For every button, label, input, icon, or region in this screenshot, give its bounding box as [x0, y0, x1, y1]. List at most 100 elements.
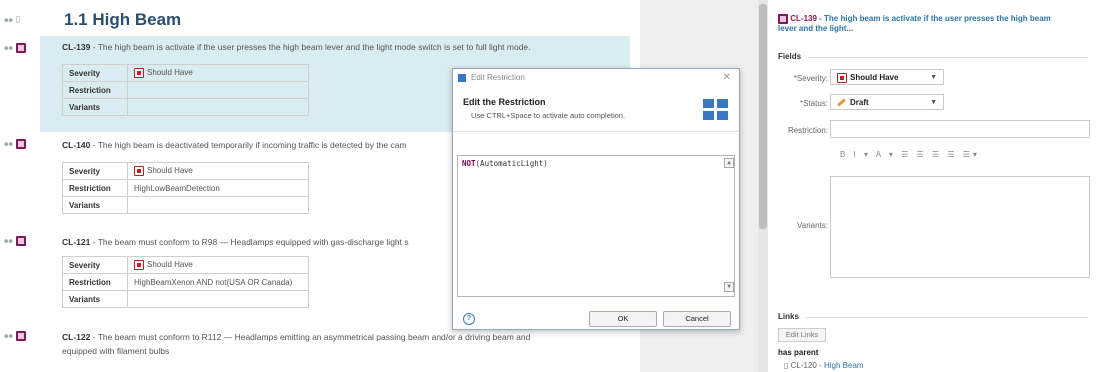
cancel-button[interactable]: Cancel [663, 311, 731, 327]
fields-section-label: Fields [778, 52, 802, 61]
field-value-severity[interactable]: Should Have [127, 64, 309, 82]
status-select-value: Draft [850, 98, 869, 107]
requirement-id: CL-139 [62, 42, 91, 52]
close-icon[interactable]: ✕ [723, 69, 731, 87]
field-value-severity[interactable]: Should Have [127, 162, 309, 180]
requirement-description: - The beam must conform to R112 — Headla… [90, 332, 531, 342]
requirement-text: CL-122 - The beam must conform to R112 —… [62, 332, 530, 342]
dialog-heading: Edit the Restriction [463, 97, 546, 107]
field-key-severity: Severity [62, 256, 128, 274]
field-key-severity: Severity [62, 64, 128, 82]
requirement-id: CL-122 [62, 332, 91, 342]
restriction-code: NOT(AutomaticLight) [462, 159, 548, 168]
requirement-icon [15, 235, 26, 246]
help-icon[interactable]: ? [463, 313, 475, 325]
variants-label: Variants: [797, 221, 828, 230]
code-keyword: NOT [462, 159, 476, 168]
properties-panel: CL-139 - The high beam is activate if th… [768, 0, 1098, 372]
parent-separator: - [816, 361, 824, 370]
field-value-variants[interactable] [127, 98, 309, 116]
status-label: *Status: [799, 99, 828, 108]
panel-requirement-title: - The high beam is activate if the user … [816, 14, 1051, 24]
rich-text-toolbar[interactable]: B I ▾ A ▾ ☰ ☰ ☰ ☰ ☰▾ [840, 150, 980, 159]
severity-icon [837, 72, 847, 83]
section-title: 1.1 High Beam [64, 10, 182, 29]
editor-scrollbar[interactable]: ▲ ▼ [724, 158, 734, 292]
app-icon [458, 74, 466, 82]
requirement-icon [15, 138, 26, 149]
field-value-severity[interactable]: Should Have [127, 256, 309, 274]
has-parent-label: has parent [778, 348, 819, 357]
restriction-field[interactable] [830, 120, 1090, 138]
vertical-scrollbar[interactable] [758, 0, 768, 372]
restriction-label: Restriction: [787, 126, 828, 135]
chevron-down-icon: ▼ [930, 74, 937, 81]
scroll-up-icon[interactable]: ▲ [724, 158, 734, 168]
requirement-text-continued: equipped with filament bulbs [62, 346, 170, 356]
panel-requirement-header: CL-139 - The high beam is activate if th… [778, 14, 1088, 34]
field-key-restriction: Restriction [62, 273, 128, 291]
restriction-editor[interactable]: NOT(AutomaticLight) ▲ ▼ [457, 155, 735, 297]
link-icon: ▯ [784, 361, 791, 370]
fields-table: Severity Should Have Restriction HighBeamX… [62, 256, 309, 308]
links-section-label: Links [778, 312, 799, 321]
edit-links-button[interactable]: Edit Links [778, 328, 826, 342]
dialog-description: Use CTRL+Space to activate auto completi… [471, 111, 626, 120]
field-value-variants[interactable] [127, 196, 309, 214]
field-value-restriction[interactable] [127, 81, 309, 99]
requirement-icon [15, 42, 26, 53]
field-value-restriction[interactable]: HighBeamXenon AND not(USA OR Canada) [127, 273, 309, 291]
field-key-variants: Variants [62, 196, 128, 214]
dialog-window-title: Edit Restriction [471, 73, 525, 82]
parent-id: CL-120 [790, 361, 817, 370]
fields-table: Severity Should Have Restriction Variants [62, 64, 309, 116]
severity-icon [134, 166, 144, 176]
field-key-severity: Severity [62, 162, 128, 180]
field-key-variants: Variants [62, 98, 128, 116]
requirement-description: - The beam must conform to R98 — Headlam… [90, 237, 409, 247]
panel-requirement-id[interactable]: CL-139 [790, 14, 817, 23]
parent-link[interactable]: ▯ CL-120 - High Beam [784, 361, 864, 370]
requirement-description: - The high beam is activate if the user … [90, 42, 531, 52]
code-expression: (AutomaticLight) [475, 159, 548, 168]
status-select[interactable]: Draft ▼ [830, 94, 944, 110]
severity-select-value: Should Have [850, 73, 899, 82]
field-key-variants: Variants [62, 290, 128, 308]
requirement-icon [778, 14, 788, 24]
field-value-restriction[interactable]: HighLowBeamDetection [127, 179, 309, 197]
scrollbar-thumb[interactable] [759, 4, 767, 229]
gutter-row-cl122[interactable]: ⦁⦁ [4, 330, 26, 341]
requirement-icon [15, 330, 26, 341]
gutter-row-cl139[interactable]: ⦁⦁ [4, 42, 26, 53]
field-key-restriction: Restriction [62, 179, 128, 197]
fields-table: Severity Should Have Restriction HighLowBe… [62, 162, 309, 214]
divider [806, 317, 1088, 318]
scroll-down-icon[interactable]: ▼ [724, 282, 734, 292]
ok-button[interactable]: OK [589, 311, 657, 327]
severity-select[interactable]: Should Have ▼ [830, 69, 944, 85]
gutter-row-cl121[interactable]: ⦁⦁ [4, 235, 26, 246]
severity-icon [134, 68, 144, 78]
requirement-text: CL-140 - The high beam is deactivated te… [62, 140, 407, 150]
panel-requirement-title-continued: lever and the light... [778, 24, 854, 34]
requirement-text: CL-139 - The high beam is activate if th… [62, 42, 531, 52]
edit-restriction-dialog: Edit Restriction ✕ Edit the Restriction … [452, 68, 740, 330]
gutter-marker: ⦁⦁ ▯ [4, 14, 21, 24]
requirement-text: CL-121 - The beam must conform to R98 — … [62, 237, 409, 247]
severity-icon [134, 260, 144, 270]
gutter-row-cl140[interactable]: ⦁⦁ [4, 138, 26, 149]
field-key-restriction: Restriction [62, 81, 128, 99]
parent-title: High Beam [823, 361, 864, 370]
severity-label: *Severity: [793, 74, 828, 83]
divider [808, 57, 1088, 58]
pencil-icon [837, 98, 846, 107]
variants-editor[interactable] [830, 176, 1090, 278]
requirement-id: CL-140 [62, 140, 91, 150]
severity-text: Should Have [147, 68, 193, 78]
requirement-block-cl122[interactable]: CL-122 - The beam must conform to R112 —… [40, 326, 630, 372]
severity-text: Should Have [147, 166, 193, 176]
grid-icon [703, 99, 729, 121]
field-value-variants[interactable] [127, 290, 309, 308]
severity-text: Should Have [147, 260, 193, 270]
dialog-titlebar: Edit Restriction ✕ [453, 69, 739, 87]
